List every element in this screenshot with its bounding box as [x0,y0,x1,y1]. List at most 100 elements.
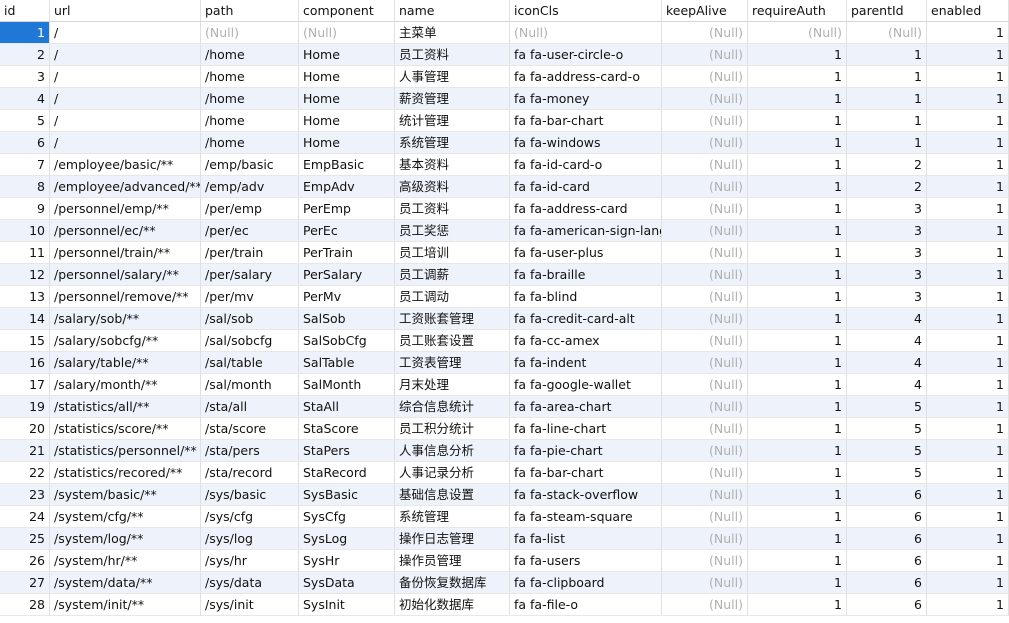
cell-keepalive[interactable]: (Null) [662,374,748,396]
cell-enabled[interactable]: 1 [927,220,1009,242]
cell-component[interactable]: Home [299,110,395,132]
cell-id[interactable]: 19 [0,396,50,418]
cell-url[interactable]: /system/cfg/** [50,506,201,528]
cell-url[interactable]: /salary/sobcfg/** [50,330,201,352]
cell-iconcls[interactable]: fa fa-address-card [510,198,662,220]
cell-enabled[interactable]: 1 [927,110,1009,132]
cell-id[interactable]: 7 [0,154,50,176]
cell-keepalive[interactable]: (Null) [662,330,748,352]
cell-component[interactable]: SysHr [299,550,395,572]
cell-component[interactable]: Home [299,44,395,66]
cell-component[interactable]: SysInit [299,594,395,616]
cell-component[interactable]: SysCfg [299,506,395,528]
cell-enabled[interactable]: 1 [927,506,1009,528]
cell-name[interactable]: 基本资料 [395,154,510,176]
table-row[interactable]: 11/personnel/train/**/per/train PerTrain 员… [0,242,1009,264]
table-row[interactable]: 22/statistics/recored/**/sta/record StaRe… [0,462,1009,484]
cell-path[interactable]: /home [201,44,299,66]
cell-id[interactable]: 4 [0,88,50,110]
cell-parentid[interactable]: 3 [847,198,927,220]
cell-parentid[interactable]: 3 [847,220,927,242]
cell-url[interactable]: /personnel/ec/** [50,220,201,242]
cell-name[interactable]: 工资账套管理 [395,308,510,330]
cell-name[interactable]: 工资表管理 [395,352,510,374]
cell-path[interactable]: (Null) [201,22,299,44]
cell-parentid[interactable]: 1 [847,110,927,132]
cell-name[interactable]: 统计管理 [395,110,510,132]
cell-parentid[interactable]: 6 [847,506,927,528]
cell-keepalive[interactable]: (Null) [662,66,748,88]
cell-iconcls[interactable]: fa fa-id-card [510,176,662,198]
cell-parentid[interactable]: 5 [847,418,927,440]
cell-iconcls[interactable]: fa fa-bar-chart [510,110,662,132]
cell-name[interactable]: 高级资料 [395,176,510,198]
cell-requireauth[interactable]: 1 [748,352,847,374]
cell-iconcls[interactable]: fa fa-pie-chart [510,440,662,462]
cell-url[interactable]: /statistics/personnel/** [50,440,201,462]
cell-enabled[interactable]: 1 [927,44,1009,66]
table-row[interactable]: 1/(Null) (Null) 主菜单 (Null) (Null) (Null) (Null… [0,22,1009,44]
cell-keepalive[interactable]: (Null) [662,286,748,308]
cell-enabled[interactable]: 1 [927,308,1009,330]
cell-requireauth[interactable]: 1 [748,66,847,88]
table-row[interactable]: 19/statistics/all/**/sta/all StaAll 综合信息统计… [0,396,1009,418]
cell-requireauth[interactable]: 1 [748,374,847,396]
cell-enabled[interactable]: 1 [927,286,1009,308]
cell-requireauth[interactable]: 1 [748,286,847,308]
cell-iconcls[interactable]: fa fa-money [510,88,662,110]
cell-component[interactable]: SysBasic [299,484,395,506]
table-row[interactable]: 27/system/data/**/sys/data SysData 备份恢复数据库… [0,572,1009,594]
cell-id[interactable]: 25 [0,528,50,550]
cell-component[interactable]: EmpAdv [299,176,395,198]
table-row[interactable]: 3//home Home 人事管理 fa fa-address-card-o (Null… [0,66,1009,88]
table-row[interactable]: 25/system/log/**/sys/log SysLog 操作日志管理 fa f… [0,528,1009,550]
cell-keepalive[interactable]: (Null) [662,594,748,616]
cell-requireauth[interactable]: 1 [748,176,847,198]
cell-id[interactable]: 24 [0,506,50,528]
cell-component[interactable]: Home [299,66,395,88]
cell-enabled[interactable]: 1 [927,330,1009,352]
cell-url[interactable]: / [50,88,201,110]
cell-url[interactable]: /salary/sob/** [50,308,201,330]
cell-path[interactable]: /sta/score [201,418,299,440]
cell-enabled[interactable]: 1 [927,484,1009,506]
cell-requireauth[interactable]: 1 [748,506,847,528]
cell-name[interactable]: 员工调薪 [395,264,510,286]
cell-name[interactable]: 薪资管理 [395,88,510,110]
cell-parentid[interactable]: (Null) [847,22,927,44]
cell-component[interactable]: StaScore [299,418,395,440]
cell-requireauth[interactable]: 1 [748,264,847,286]
cell-parentid[interactable]: 4 [847,330,927,352]
cell-parentid[interactable]: 4 [847,352,927,374]
cell-path[interactable]: /sal/sob [201,308,299,330]
cell-parentid[interactable]: 4 [847,374,927,396]
cell-requireauth[interactable]: 1 [748,528,847,550]
cell-name[interactable]: 主菜单 [395,22,510,44]
cell-requireauth[interactable]: 1 [748,462,847,484]
cell-id[interactable]: 2 [0,44,50,66]
cell-url[interactable]: /personnel/train/** [50,242,201,264]
cell-parentid[interactable]: 4 [847,308,927,330]
cell-path[interactable]: /sta/record [201,462,299,484]
cell-id[interactable]: 10 [0,220,50,242]
cell-requireauth[interactable]: 1 [748,198,847,220]
cell-path[interactable]: /home [201,132,299,154]
cell-url[interactable]: / [50,44,201,66]
cell-name[interactable]: 人事信息分析 [395,440,510,462]
cell-id[interactable]: 1 [0,22,50,44]
table-row[interactable]: 26/system/hr/**/sys/hr SysHr 操作员管理 fa fa-us… [0,550,1009,572]
cell-id[interactable]: 20 [0,418,50,440]
table-row[interactable]: 12/personnel/salary/**/per/salary PerSala… [0,264,1009,286]
cell-iconcls[interactable]: fa fa-american-sign-langu [510,220,662,242]
cell-id[interactable]: 14 [0,308,50,330]
cell-path[interactable]: /emp/basic [201,154,299,176]
cell-id[interactable]: 3 [0,66,50,88]
header-keepalive[interactable]: keepAlive [662,0,748,22]
header-url[interactable]: url [50,0,201,22]
cell-requireauth[interactable]: 1 [748,484,847,506]
cell-parentid[interactable]: 6 [847,550,927,572]
cell-url[interactable]: /system/init/** [50,594,201,616]
cell-parentid[interactable]: 1 [847,132,927,154]
cell-iconcls[interactable]: fa fa-blind [510,286,662,308]
cell-url[interactable]: /statistics/all/** [50,396,201,418]
